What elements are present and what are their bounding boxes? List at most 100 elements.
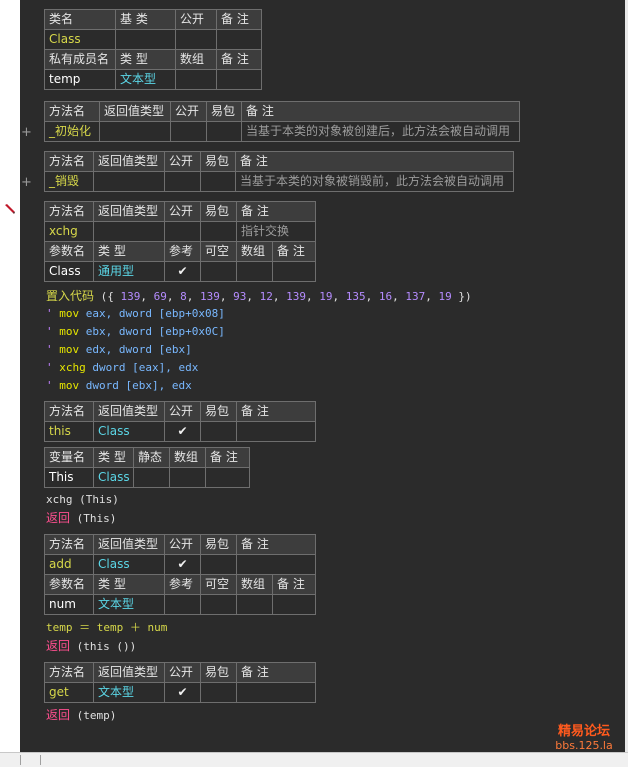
return-type-cell[interactable]: Class: [93, 554, 165, 575]
param-name-cell[interactable]: num: [44, 594, 94, 615]
note-cell[interactable]: [236, 421, 316, 442]
return-keyword: 返回: [46, 511, 71, 525]
check-icon[interactable]: ✔: [164, 421, 201, 442]
ref-cell[interactable]: [164, 594, 201, 615]
easy-pack-cell[interactable]: [200, 554, 237, 575]
header-cell: 备 注: [205, 447, 250, 468]
table-row[interactable]: Class: [44, 29, 262, 50]
header-cell: 可空: [200, 241, 237, 262]
asm-op: mov: [59, 379, 80, 392]
table-row[interactable]: This Class: [44, 467, 250, 488]
table-header-row: 参数名 类 型 参考 可空 数组 备 注: [44, 574, 317, 595]
return-type-cell[interactable]: Class: [93, 421, 165, 442]
public-cell[interactable]: [164, 221, 201, 242]
code-line-return[interactable]: 返回 (temp): [46, 708, 116, 723]
code-line-embed[interactable]: 置入代码 ({ 139, 69, 8, 139, 93, 12, 139, 19…: [46, 289, 472, 304]
return-type-cell[interactable]: [93, 171, 165, 192]
return-type-cell[interactable]: 文本型: [93, 682, 165, 703]
public-cell[interactable]: [175, 29, 217, 50]
nullable-cell[interactable]: [200, 594, 237, 615]
array-cell[interactable]: [236, 261, 273, 282]
code-line-return[interactable]: 返回 (This): [46, 511, 116, 526]
header-cell: 变量名: [44, 447, 94, 468]
return-type-cell[interactable]: [99, 121, 171, 142]
byte-value: 12: [259, 290, 273, 303]
expand-icon[interactable]: +: [21, 126, 32, 139]
easy-pack-cell[interactable]: [200, 171, 236, 192]
method-name-cell[interactable]: get: [44, 682, 94, 703]
param-type-cell[interactable]: 文本型: [93, 594, 165, 615]
easy-pack-cell[interactable]: [200, 682, 237, 703]
method-name-cell[interactable]: xchg: [44, 221, 94, 242]
method-name-cell[interactable]: this: [44, 421, 94, 442]
table-row[interactable]: num 文本型: [44, 594, 317, 615]
method-table-add: 方法名 返回值类型 公开 易包 备 注 add Class ✔ 参数名 类 型 …: [44, 534, 317, 615]
table-row[interactable]: Class 通用型 ✔: [44, 261, 317, 282]
easy-pack-cell[interactable]: [206, 121, 242, 142]
easy-pack-cell[interactable]: [200, 221, 237, 242]
array-cell[interactable]: [236, 594, 273, 615]
check-icon[interactable]: ✔: [164, 261, 201, 282]
member-type-cell[interactable]: 文本型: [115, 69, 176, 90]
var-type-cell[interactable]: Class: [93, 467, 134, 488]
comment-line[interactable]: ' mov edx, dword [ebx]: [46, 343, 192, 357]
table-header-row: 方法名 返回值类型 公开 易包 备 注: [44, 201, 317, 222]
note-cell[interactable]: 指针交换: [235, 221, 317, 242]
method-name-cell[interactable]: _初始化: [44, 121, 100, 142]
comment-line[interactable]: ' xchg dword [eax], edx: [46, 361, 198, 375]
comment-line[interactable]: ' mov ebx, dword [ebp+0x0C]: [46, 325, 225, 339]
code-line-assign[interactable]: temp ＝ temp ＋ num: [46, 621, 167, 635]
note-cell[interactable]: [216, 69, 262, 90]
byte-value: 137: [405, 290, 426, 303]
asm-operands: ebx, dword [ebp+0x0C]: [85, 325, 225, 338]
public-cell[interactable]: [170, 121, 207, 142]
member-name-cell[interactable]: temp: [44, 69, 116, 90]
header-cell: 方法名: [44, 401, 94, 422]
table-header-row: 类名 基 类 公开 备 注: [44, 9, 262, 30]
editor-gutter: [0, 0, 21, 766]
static-cell[interactable]: [133, 467, 170, 488]
method-name-cell[interactable]: add: [44, 554, 94, 575]
array-cell[interactable]: [175, 69, 217, 90]
table-row[interactable]: xchg 指针交换: [44, 221, 317, 242]
table-row[interactable]: _销毁 当基于本类的对象被销毁前，此方法会被自动调用: [44, 171, 514, 192]
note-cell[interactable]: 当基于本类的对象被销毁前，此方法会被自动调用: [235, 171, 514, 192]
breakpoint-pencil-icon[interactable]: [4, 203, 16, 215]
note-cell[interactable]: [205, 467, 250, 488]
code-line-return[interactable]: 返回 (this ()): [46, 639, 136, 654]
check-icon[interactable]: ✔: [164, 554, 201, 575]
param-type-cell[interactable]: 通用型: [93, 261, 165, 282]
class-table: 类名 基 类 公开 备 注 Class 私有成员名 类 型 数组 备 注 tem…: [44, 9, 262, 90]
expand-icon[interactable]: +: [21, 176, 32, 189]
method-name-cell[interactable]: _销毁: [44, 171, 94, 192]
byte-value: 19: [438, 290, 452, 303]
table-header-row: 参数名 类 型 参考 可空 数组 备 注: [44, 241, 317, 262]
asm-operands: eax, dword [ebp+0x08]: [85, 307, 225, 320]
comment-line[interactable]: ' mov dword [ebx], edx: [46, 379, 192, 393]
return-type-cell[interactable]: [93, 221, 165, 242]
note-cell[interactable]: [235, 554, 317, 575]
note-cell[interactable]: [216, 29, 262, 50]
note-cell[interactable]: [236, 682, 316, 703]
base-class-cell[interactable]: [115, 29, 176, 50]
table-row[interactable]: _初始化 当基于本类的对象被创建后，此方法会被自动调用: [44, 121, 520, 142]
table-row[interactable]: add Class ✔: [44, 554, 317, 575]
class-name-cell[interactable]: Class: [44, 29, 116, 50]
public-cell[interactable]: [164, 171, 201, 192]
array-cell[interactable]: [169, 467, 206, 488]
code-line-call[interactable]: xchg (This): [46, 493, 119, 507]
header-cell: 方法名: [44, 101, 100, 122]
easy-pack-cell[interactable]: [200, 421, 237, 442]
table-row[interactable]: get 文本型 ✔: [44, 682, 316, 703]
nullable-cell[interactable]: [200, 261, 237, 282]
param-name-cell[interactable]: Class: [44, 261, 94, 282]
var-name-cell[interactable]: This: [44, 467, 94, 488]
check-icon[interactable]: ✔: [164, 682, 201, 703]
note-cell[interactable]: [271, 594, 317, 615]
note-cell[interactable]: 当基于本类的对象被创建后，此方法会被自动调用: [241, 121, 520, 142]
note-cell[interactable]: [271, 261, 317, 282]
horizontal-scrollbar[interactable]: [0, 752, 628, 767]
table-row[interactable]: this Class ✔: [44, 421, 316, 442]
comment-line[interactable]: ' mov eax, dword [ebp+0x08]: [46, 307, 225, 321]
table-row[interactable]: temp 文本型: [44, 69, 262, 90]
